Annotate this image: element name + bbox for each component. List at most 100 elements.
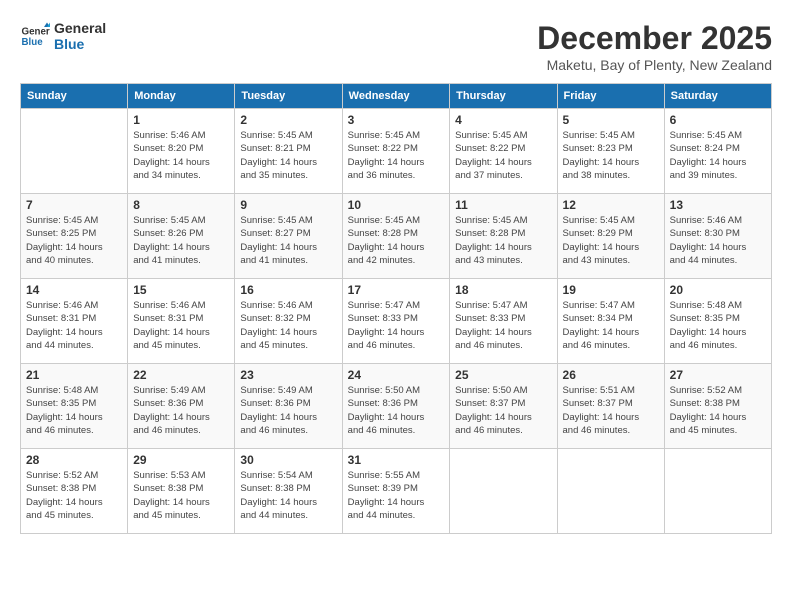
calendar-week-5: 28 Sunrise: 5:52 AM Sunset: 8:38 PM Dayli… [21, 449, 772, 534]
day-info: Sunrise: 5:47 AM Sunset: 8:34 PM Dayligh… [563, 299, 659, 352]
day-number: 28 [26, 453, 122, 467]
calendar-cell [557, 449, 664, 534]
day-number: 24 [348, 368, 445, 382]
calendar-cell: 4 Sunrise: 5:45 AM Sunset: 8:22 PM Daylig… [450, 109, 557, 194]
calendar-cell: 8Sunrise: 5:45 AM Sunset: 8:26 PM Daylig… [128, 194, 235, 279]
day-number: 14 [26, 283, 122, 297]
day-info: Sunrise: 5:47 AM Sunset: 8:33 PM Dayligh… [348, 299, 445, 352]
calendar-cell: 24 Sunrise: 5:50 AM Sunset: 8:36 PM Dayli… [342, 364, 450, 449]
calendar-header-row: SundayMondayTuesdayWednesdayThursdayFrid… [21, 84, 772, 109]
day-info: Sunrise: 5:45 AM Sunset: 8:22 PM Dayligh… [455, 129, 551, 182]
calendar-cell: 21Sunrise: 5:48 AM Sunset: 8:35 PM Dayli… [21, 364, 128, 449]
calendar-cell: 6Sunrise: 5:45 AM Sunset: 8:24 PM Daylig… [664, 109, 771, 194]
calendar-cell: 27 Sunrise: 5:52 AM Sunset: 8:38 PM Dayli… [664, 364, 771, 449]
day-info: Sunrise: 5:46 AM Sunset: 8:31 PM Dayligh… [26, 299, 122, 352]
calendar-cell: 11 Sunrise: 5:45 AM Sunset: 8:28 PM Dayli… [450, 194, 557, 279]
calendar-table: SundayMondayTuesdayWednesdayThursdayFrid… [20, 83, 772, 534]
day-info: Sunrise: 5:45 AM Sunset: 8:25 PM Dayligh… [26, 214, 122, 267]
calendar-week-2: 7 Sunrise: 5:45 AM Sunset: 8:25 PM Daylig… [21, 194, 772, 279]
calendar-cell: 20Sunrise: 5:48 AM Sunset: 8:35 PM Dayli… [664, 279, 771, 364]
day-info: Sunrise: 5:54 AM Sunset: 8:38 PM Dayligh… [240, 469, 336, 522]
header-wednesday: Wednesday [342, 84, 450, 109]
calendar-body: 1Sunrise: 5:46 AM Sunset: 8:20 PM Daylig… [21, 109, 772, 534]
day-info: Sunrise: 5:45 AM Sunset: 8:28 PM Dayligh… [455, 214, 551, 267]
day-number: 13 [670, 198, 766, 212]
day-number: 3 [348, 113, 445, 127]
day-number: 4 [455, 113, 551, 127]
calendar-cell: 23Sunrise: 5:49 AM Sunset: 8:36 PM Dayli… [235, 364, 342, 449]
day-number: 31 [348, 453, 445, 467]
calendar-cell: 7 Sunrise: 5:45 AM Sunset: 8:25 PM Daylig… [21, 194, 128, 279]
calendar-cell: 26 Sunrise: 5:51 AM Sunset: 8:37 PM Dayli… [557, 364, 664, 449]
day-number: 5 [563, 113, 659, 127]
day-number: 9 [240, 198, 336, 212]
day-number: 26 [563, 368, 659, 382]
day-number: 18 [455, 283, 551, 297]
svg-text:Blue: Blue [22, 37, 44, 48]
calendar-cell: 19 Sunrise: 5:47 AM Sunset: 8:34 PM Dayli… [557, 279, 664, 364]
day-number: 15 [133, 283, 229, 297]
calendar-cell: 22Sunrise: 5:49 AM Sunset: 8:36 PM Dayli… [128, 364, 235, 449]
day-info: Sunrise: 5:45 AM Sunset: 8:24 PM Dayligh… [670, 129, 766, 182]
calendar-cell: 5 Sunrise: 5:45 AM Sunset: 8:23 PM Daylig… [557, 109, 664, 194]
day-number: 27 [670, 368, 766, 382]
calendar-cell [450, 449, 557, 534]
calendar-cell: 28 Sunrise: 5:52 AM Sunset: 8:38 PM Dayli… [21, 449, 128, 534]
day-info: Sunrise: 5:47 AM Sunset: 8:33 PM Dayligh… [455, 299, 551, 352]
day-number: 29 [133, 453, 229, 467]
day-info: Sunrise: 5:50 AM Sunset: 8:37 PM Dayligh… [455, 384, 551, 437]
day-number: 20 [670, 283, 766, 297]
day-number: 19 [563, 283, 659, 297]
header-monday: Monday [128, 84, 235, 109]
calendar-cell: 2 Sunrise: 5:45 AM Sunset: 8:21 PM Daylig… [235, 109, 342, 194]
day-number: 16 [240, 283, 336, 297]
calendar-cell: 31Sunrise: 5:55 AM Sunset: 8:39 PM Dayli… [342, 449, 450, 534]
day-number: 21 [26, 368, 122, 382]
day-number: 11 [455, 198, 551, 212]
day-number: 7 [26, 198, 122, 212]
calendar-week-3: 14 Sunrise: 5:46 AM Sunset: 8:31 PM Dayli… [21, 279, 772, 364]
calendar-cell [664, 449, 771, 534]
header-sunday: Sunday [21, 84, 128, 109]
calendar-cell: 18 Sunrise: 5:47 AM Sunset: 8:33 PM Dayli… [450, 279, 557, 364]
day-info: Sunrise: 5:45 AM Sunset: 8:21 PM Dayligh… [240, 129, 336, 182]
svg-text:General: General [22, 27, 51, 38]
logo-icon: General Blue [20, 21, 50, 51]
day-info: Sunrise: 5:45 AM Sunset: 8:22 PM Dayligh… [348, 129, 445, 182]
day-info: Sunrise: 5:46 AM Sunset: 8:31 PM Dayligh… [133, 299, 229, 352]
day-info: Sunrise: 5:45 AM Sunset: 8:26 PM Dayligh… [133, 214, 229, 267]
day-info: Sunrise: 5:46 AM Sunset: 8:20 PM Dayligh… [133, 129, 229, 182]
day-info: Sunrise: 5:45 AM Sunset: 8:28 PM Dayligh… [348, 214, 445, 267]
day-info: Sunrise: 5:52 AM Sunset: 8:38 PM Dayligh… [670, 384, 766, 437]
day-number: 2 [240, 113, 336, 127]
day-info: Sunrise: 5:49 AM Sunset: 8:36 PM Dayligh… [240, 384, 336, 437]
calendar-cell: 12Sunrise: 5:45 AM Sunset: 8:29 PM Dayli… [557, 194, 664, 279]
header-saturday: Saturday [664, 84, 771, 109]
calendar-cell: 1Sunrise: 5:46 AM Sunset: 8:20 PM Daylig… [128, 109, 235, 194]
day-info: Sunrise: 5:51 AM Sunset: 8:37 PM Dayligh… [563, 384, 659, 437]
page-header: General Blue General Blue December 2025 … [20, 20, 772, 73]
day-number: 12 [563, 198, 659, 212]
calendar-cell: 10 Sunrise: 5:45 AM Sunset: 8:28 PM Dayli… [342, 194, 450, 279]
day-number: 25 [455, 368, 551, 382]
logo: General Blue General Blue [20, 20, 106, 52]
calendar-cell: 30 Sunrise: 5:54 AM Sunset: 8:38 PM Dayli… [235, 449, 342, 534]
day-info: Sunrise: 5:50 AM Sunset: 8:36 PM Dayligh… [348, 384, 445, 437]
day-info: Sunrise: 5:46 AM Sunset: 8:32 PM Dayligh… [240, 299, 336, 352]
day-number: 10 [348, 198, 445, 212]
day-info: Sunrise: 5:49 AM Sunset: 8:36 PM Dayligh… [133, 384, 229, 437]
day-number: 17 [348, 283, 445, 297]
calendar-cell: 29 Sunrise: 5:53 AM Sunset: 8:38 PM Dayli… [128, 449, 235, 534]
day-info: Sunrise: 5:45 AM Sunset: 8:23 PM Dayligh… [563, 129, 659, 182]
calendar-week-4: 21Sunrise: 5:48 AM Sunset: 8:35 PM Dayli… [21, 364, 772, 449]
day-number: 30 [240, 453, 336, 467]
day-info: Sunrise: 5:46 AM Sunset: 8:30 PM Dayligh… [670, 214, 766, 267]
header-thursday: Thursday [450, 84, 557, 109]
calendar-cell: 3 Sunrise: 5:45 AM Sunset: 8:22 PM Daylig… [342, 109, 450, 194]
calendar-week-1: 1Sunrise: 5:46 AM Sunset: 8:20 PM Daylig… [21, 109, 772, 194]
location-subtitle: Maketu, Bay of Plenty, New Zealand [537, 57, 772, 73]
day-info: Sunrise: 5:53 AM Sunset: 8:38 PM Dayligh… [133, 469, 229, 522]
calendar-cell: 25 Sunrise: 5:50 AM Sunset: 8:37 PM Dayli… [450, 364, 557, 449]
day-info: Sunrise: 5:52 AM Sunset: 8:38 PM Dayligh… [26, 469, 122, 522]
header-tuesday: Tuesday [235, 84, 342, 109]
